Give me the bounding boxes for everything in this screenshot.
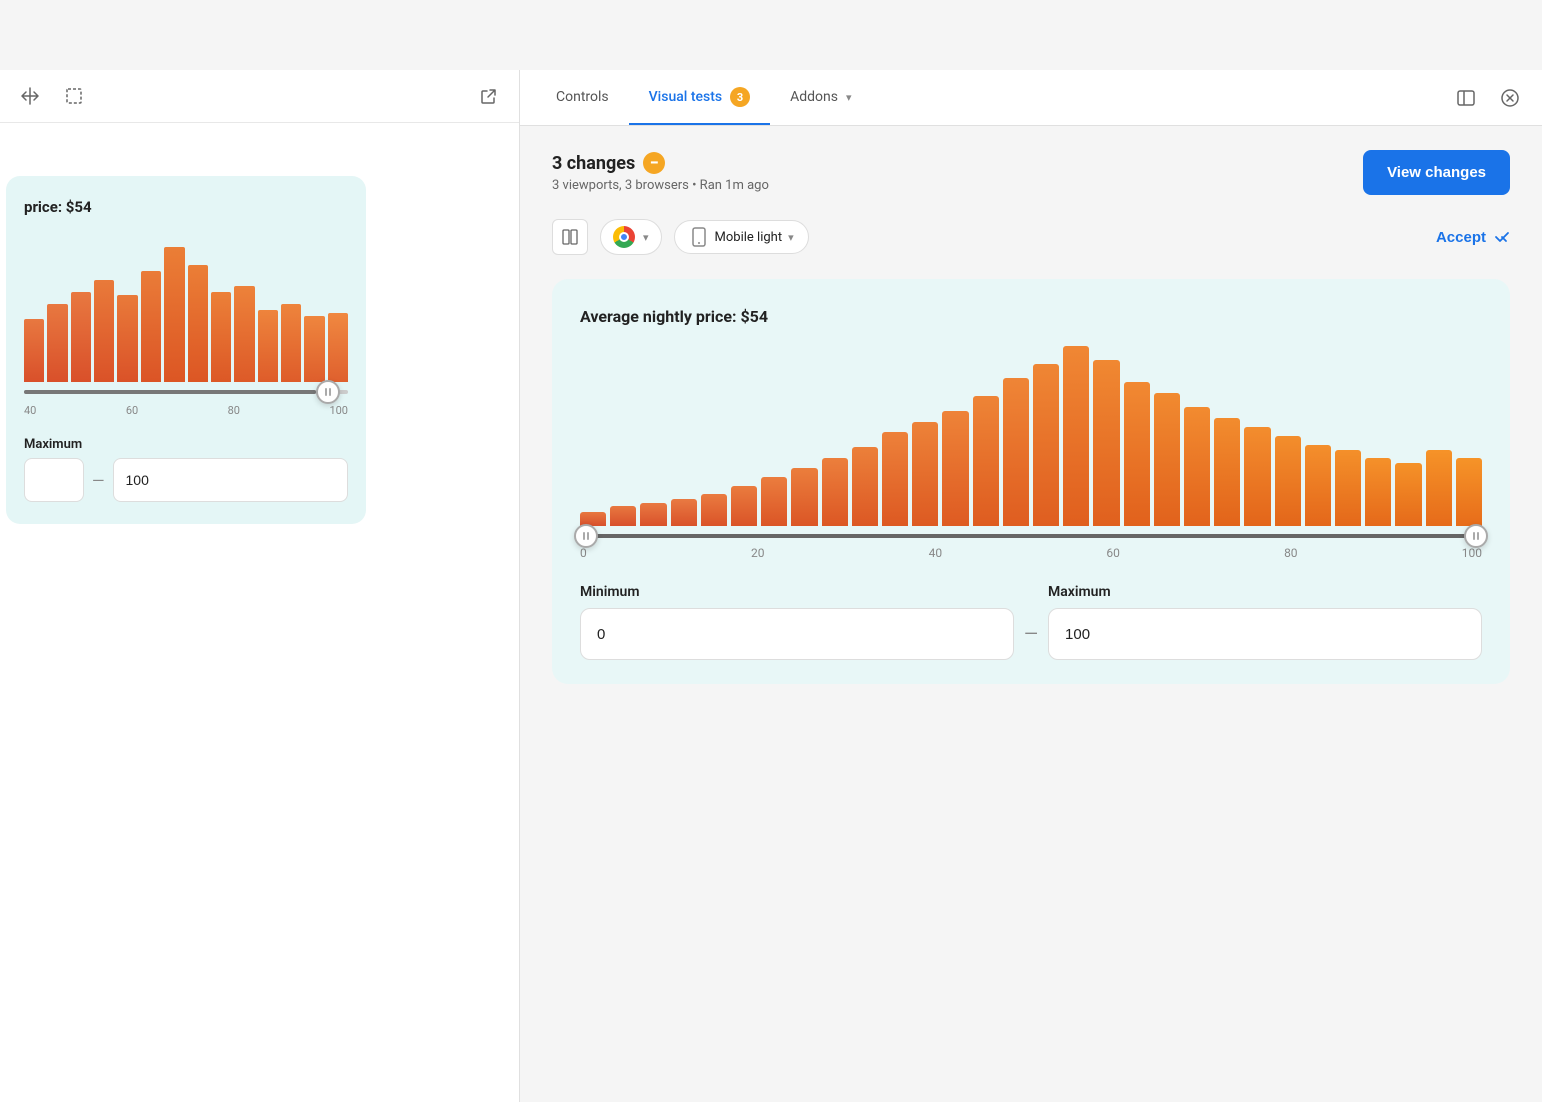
main-slider-track [580, 534, 1482, 538]
left-panel: price: $54 [0, 70, 520, 1102]
changes-status-icon: − [643, 152, 665, 174]
chevron-down-icon: ▾ [788, 231, 794, 244]
chart-title: Average nightly price: $54 [580, 307, 1482, 326]
view-changes-button[interactable]: View changes [1363, 150, 1510, 195]
tab-addons[interactable]: Addons ▾ [770, 73, 871, 123]
tab-controls[interactable]: Controls [536, 73, 629, 123]
panel-icon[interactable] [1450, 82, 1482, 114]
slider-fill [580, 534, 1482, 538]
browser-dropdown[interactable]: ▾ [600, 219, 662, 255]
chart-card: Average nightly price: $54 [552, 279, 1510, 684]
max-price-input[interactable] [1048, 608, 1482, 660]
left-toolbar [0, 70, 519, 123]
min-input-group: Minimum [580, 584, 1014, 660]
viewport-dropdown[interactable]: Mobile light ▾ [674, 220, 809, 254]
move-icon[interactable] [16, 82, 44, 110]
dash-separator: — [1024, 624, 1038, 645]
mobile-icon [689, 227, 709, 247]
main-histogram [580, 346, 1482, 526]
left-slider-thumb[interactable] [574, 524, 598, 548]
chevron-down-icon: ▾ [643, 231, 649, 244]
changes-count: 3 changes [552, 153, 635, 174]
changes-subtitle: 3 viewports, 3 browsers • Ran 1m ago [552, 178, 769, 193]
min-price-input[interactable] [580, 608, 1014, 660]
chrome-icon [613, 226, 635, 248]
tab-visual-tests[interactable]: Visual tests 3 [629, 71, 770, 125]
visual-tests-badge: 3 [730, 87, 750, 107]
left-max-input[interactable] [113, 458, 349, 502]
viewport-label: Mobile light [715, 230, 783, 245]
right-slider-thumb-left[interactable] [316, 380, 340, 404]
right-slider-thumb[interactable] [1464, 524, 1488, 548]
accept-all-button[interactable] [1494, 229, 1510, 245]
main-inputs-section: Minimum — Maximum [580, 584, 1482, 660]
external-link-icon[interactable] [475, 82, 503, 110]
left-chart-title: price: $54 [24, 198, 348, 216]
right-panel: Controls Visual tests 3 Addons ▾ [520, 70, 1542, 1102]
compare-icon-button[interactable] [552, 219, 588, 255]
changes-bar: 3 changes − 3 viewports, 3 browsers • Ra… [552, 150, 1510, 195]
tab-bar: Controls Visual tests 3 Addons ▾ [520, 70, 1542, 126]
select-icon[interactable] [60, 82, 88, 110]
accept-button[interactable]: Accept [1436, 229, 1486, 246]
content-area: 3 changes − 3 viewports, 3 browsers • Ra… [520, 126, 1542, 708]
close-icon[interactable] [1494, 82, 1526, 114]
main-axis-labels: 0 20 40 60 80 100 [580, 546, 1482, 560]
left-axis-labels: 40 60 80 100 [24, 404, 348, 417]
max-label: Maximum [1048, 584, 1482, 600]
filter-bar: ▾ Mobile light ▾ Accept [552, 219, 1510, 255]
max-input-group: Maximum [1048, 584, 1482, 660]
min-label: Minimum [580, 584, 1014, 600]
chevron-down-icon: ▾ [846, 91, 852, 104]
left-max-label: Maximum [24, 437, 348, 452]
